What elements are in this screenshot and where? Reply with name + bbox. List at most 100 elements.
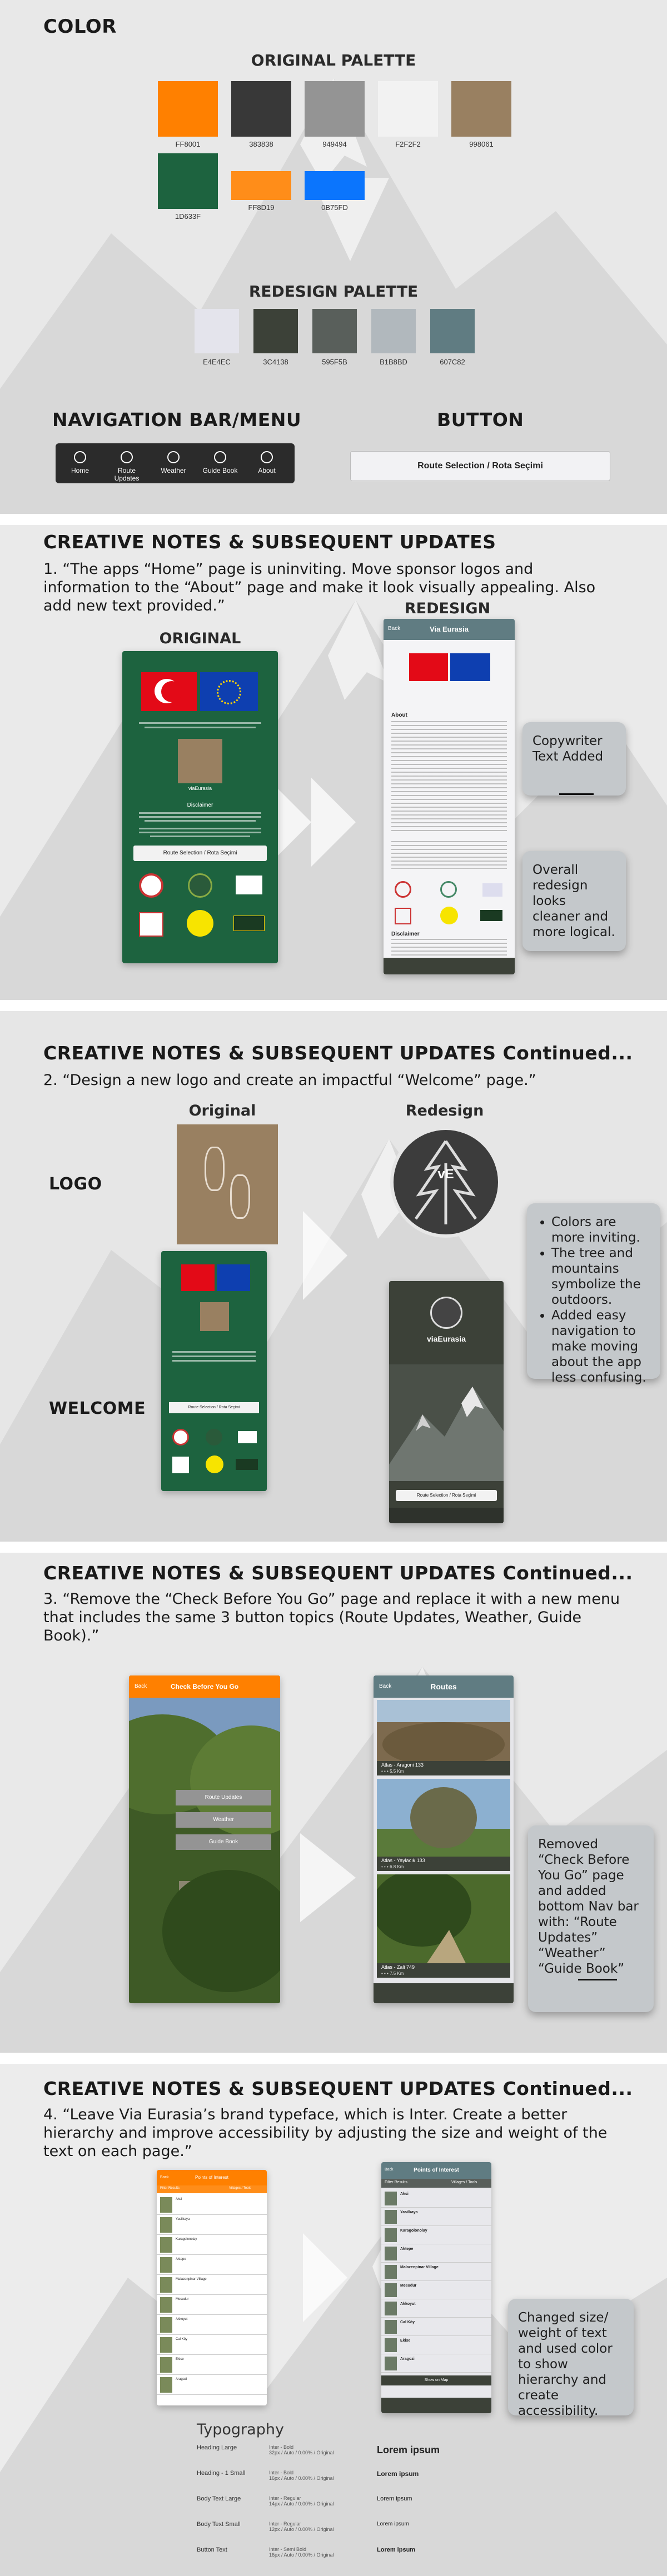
section5-note: 4. “Leave Via Eurasia’s brand typeface, … [43, 2106, 608, 2160]
sponsor-logo-2 [206, 1429, 222, 1445]
route-card-bar[interactable]: Atlas - Zali 749 • • • 7.5 Km [377, 1963, 510, 1978]
swatch-green [158, 153, 218, 209]
poi-row[interactable]: Aktepe [157, 2255, 267, 2275]
poi-thumbnail [385, 2265, 397, 2279]
route-selection-button-sample[interactable]: Route Selection / Rota Seçimi [350, 451, 610, 481]
sponsor-logo-3 [238, 1431, 257, 1443]
original-welcome-screen: Route Selection / Rota Seçimi [161, 1251, 267, 1491]
sponsor-logo-6 [233, 916, 265, 931]
poi-row[interactable]: Malazenpinar Village [381, 2263, 491, 2281]
swatch-blue [305, 171, 365, 200]
swatch-label: FF8001 [175, 140, 201, 148]
sponsor-logo-5 [206, 1455, 223, 1473]
typo-spec: Inter - Regular 14px / Auto / 0.00% / Or… [269, 2495, 334, 2507]
original-poi-screen: Back Points of Interest Filter Results V… [157, 2170, 267, 2405]
nav-about[interactable]: About [245, 451, 289, 474]
poi-row[interactable]: Cal Köy [381, 2318, 491, 2336]
poi-row[interactable]: Karagolonolay [381, 2227, 491, 2244]
brand-name: viaEurasia [188, 786, 212, 791]
redesign-poi-screen: Back Points of Interest Filter Results V… [381, 2162, 491, 2413]
poi-row[interactable]: Mesudur [381, 2282, 491, 2299]
weather-button[interactable]: Weather [176, 1812, 271, 1828]
phone-nav-bar [374, 1983, 514, 2003]
poi-row[interactable]: Aktepe [381, 2245, 491, 2263]
poi-name: Aksi [176, 2198, 182, 2201]
callout-welcome: Colors are more inviting. The tree and m… [527, 1203, 660, 1385]
typo-spec: Inter - Bold 32px / Auto / 0.00% / Origi… [269, 2444, 334, 2455]
nav-home-label: Home [71, 467, 89, 474]
bullet-item: The tree and mountains symbolize the out… [551, 1246, 650, 1308]
route-selection-button[interactable]: Route Selection / Rota Seçimi [133, 846, 267, 861]
typo-style-name: Heading Large [197, 2444, 237, 2451]
poi-row[interactable]: Ekise [157, 2355, 267, 2375]
original-check-screen: Back Check Before You Go Route Updates W… [129, 1675, 280, 2003]
swatch-label: 3C4138 [263, 358, 288, 366]
sponsor-logo-2 [188, 873, 212, 898]
nav-route-updates[interactable]: Route Updates [104, 451, 149, 482]
swatch-label: 383838 [249, 140, 273, 148]
bullet-item: Colors are more inviting. [551, 1214, 650, 1246]
poi-row[interactable]: Aragozi [157, 2375, 267, 2395]
typography-title: Typography [197, 2421, 284, 2438]
poi-row[interactable]: Malazenpinar Village [157, 2275, 267, 2295]
swatch-label: F2F2F2 [395, 140, 421, 148]
route-name: Atlas - Aragoni 133 [381, 1762, 424, 1768]
poi-row[interactable]: Karagolonolay [157, 2235, 267, 2255]
eu-flag [217, 1264, 250, 1291]
filter-right[interactable]: Villages / Tools [451, 2180, 477, 2184]
route-selection-button[interactable]: Route Selection / Rota Seçimi [396, 1490, 497, 1501]
sponsor-logo-5 [187, 910, 213, 937]
nav-title: NAVIGATION BAR/MENU [52, 409, 302, 431]
phone-nav-bar [384, 958, 515, 974]
filter-right[interactable]: Villages / Tools [229, 2187, 251, 2190]
callout-copywriter: Copywriter Text Added [522, 722, 626, 796]
nav-home[interactable]: Home [58, 451, 102, 474]
poi-row[interactable]: Mesudur [157, 2295, 267, 2315]
logo-icon [430, 1297, 462, 1329]
sponsor-logo-3 [482, 883, 502, 897]
typo-sample: Lorem ipsum [377, 2521, 409, 2527]
route-selection-button[interactable]: Route Selection / Rota Seçimi [169, 1402, 259, 1413]
poi-name: Ekise [400, 2339, 411, 2343]
poi-row[interactable]: Aksi [157, 2195, 267, 2215]
swatch-label: E4E4EC [203, 358, 231, 366]
poi-row[interactable]: Aksi [381, 2190, 491, 2208]
filter-left[interactable]: Filter Results [160, 2187, 180, 2190]
poi-row[interactable]: Yasilkaya [157, 2215, 267, 2235]
phone-title: Points of Interest [195, 2175, 229, 2180]
original-logo [177, 1124, 278, 1244]
poi-thumbnail [160, 2197, 172, 2213]
sponsor-logo-2 [440, 881, 457, 898]
new-logo: vE [390, 1127, 501, 1238]
poi-row[interactable]: Aragozi [381, 2355, 491, 2373]
left-arrow-icon [578, 1979, 617, 1980]
poi-row[interactable]: Ekise [381, 2337, 491, 2354]
poi-name: Malazenpinar Village [400, 2265, 439, 2269]
nav-guide-book[interactable]: Guide Book [198, 451, 242, 474]
swatch-r4 [371, 309, 416, 353]
swatch-label: 0B75FD [321, 203, 348, 212]
route-name: Atlas - Zali 749 [381, 1964, 415, 1970]
welcome-brand: viaEurasia [426, 1334, 466, 1343]
callout-overall: Overall redesign looks cleaner and more … [522, 851, 626, 951]
route-card-bar[interactable]: Atlas - Aragoni 133 • • • 5.5 Km [377, 1761, 510, 1775]
logo-initials: vE [437, 1167, 454, 1182]
guide-book-button[interactable]: Guide Book [176, 1834, 271, 1850]
swatch-orange [158, 81, 218, 137]
poi-row[interactable]: Cal Köy [157, 2335, 267, 2355]
typo-sample: Lorem ipsum [377, 2444, 440, 2455]
poi-name: Aksi [400, 2192, 409, 2196]
phone-title: Via Eurasia [430, 625, 469, 633]
poi-name: Aragozi [400, 2357, 415, 2361]
nav-weather[interactable]: Weather [151, 451, 196, 474]
bottom-nav-bar: Home Route Updates Weather Guide Book Ab… [56, 443, 295, 483]
route-card-bar[interactable]: Atlas - Yaylacık 133 • • • 6.8 Km [377, 1857, 510, 1871]
route-updates-button[interactable]: Route Updates [176, 1790, 271, 1805]
poi-row[interactable]: Yasilkaya [381, 2208, 491, 2226]
show-on-map-button[interactable]: Show on Map [381, 2375, 491, 2385]
filter-left[interactable]: Filter Results [385, 2180, 407, 2184]
poi-name: Aktepe [176, 2258, 186, 2261]
swatch-orange2 [231, 171, 291, 200]
poi-row[interactable]: Akkoyut [381, 2300, 491, 2318]
poi-row[interactable]: Akkoyut [157, 2315, 267, 2335]
